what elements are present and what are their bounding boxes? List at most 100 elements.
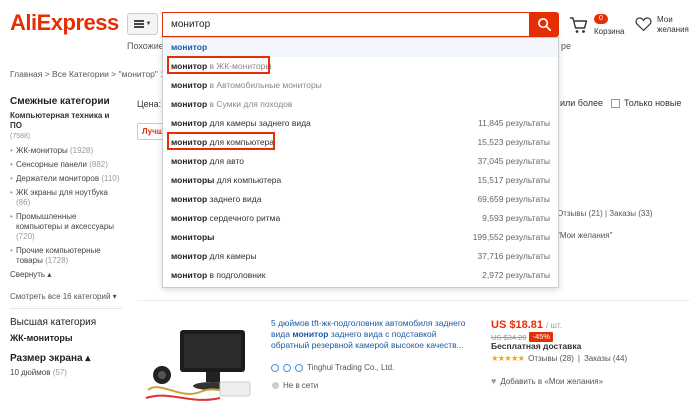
suggestion-keyword: монитор: [171, 137, 208, 147]
product-image[interactable]: [140, 320, 255, 405]
sidebar-item-count: (720): [16, 232, 35, 241]
wishlist-label: Мои желания: [657, 15, 699, 35]
breadcrumb-path[interactable]: Главная > Все Категории > "монитор": [10, 69, 158, 79]
free-shipping-label: Бесплатная доставка: [491, 341, 582, 351]
suggestion-text: для камеры заднего вида: [207, 118, 311, 128]
suggestion-keyword: мониторы: [171, 175, 215, 185]
suggestion-text: для компьютера: [207, 137, 275, 147]
product-rating: ★★★★★ Отзывы (28) | Заказы (44): [491, 353, 628, 363]
suggestion-item[interactable]: монитор заднего вида 69,659 результаты: [163, 190, 558, 209]
top-category-value[interactable]: ЖК-мониторы: [10, 333, 122, 343]
product-orders-link[interactable]: Заказы (44): [584, 354, 627, 363]
suggestion-item[interactable]: монитор в ЖК-мониторы: [163, 57, 558, 76]
sidebar-item[interactable]: Сенсорные панели (882): [10, 160, 122, 170]
suggestion-keyword: монитор: [171, 99, 208, 109]
wishlist-label-line1: Мои: [657, 15, 673, 24]
seller-status: Не в сети: [272, 381, 318, 390]
suggestion-item[interactable]: мониторы 199,552 результаты: [163, 228, 558, 247]
aliexpress-logo[interactable]: AliExpress: [10, 10, 119, 36]
listing-divider: [137, 300, 690, 301]
sidebar-item-count: (1728): [45, 256, 69, 265]
cart-count-badge: 0: [594, 14, 608, 24]
cart-link[interactable]: 0 Корзина: [569, 13, 629, 37]
sidebar-item[interactable]: Прочие компьютерные товары (1728): [10, 246, 122, 266]
search-input[interactable]: монитор: [162, 12, 529, 37]
new-only-checkbox[interactable]: [611, 98, 620, 108]
suggestion-result-count: 15,523 результаты: [477, 137, 550, 147]
screen-size-title[interactable]: Размер экрана ▴: [10, 353, 122, 364]
screen-size-option-label: 10 дюймов: [10, 368, 51, 377]
screen-size-option[interactable]: 10 дюймов (57): [10, 368, 122, 377]
seller-badge-icon: [271, 363, 279, 372]
suggestion-keyword: монитор: [171, 270, 208, 280]
cart-label: Корзина: [594, 27, 625, 36]
sidebar: Смежные категории Компьютерная техника и…: [10, 96, 122, 377]
sidebar-item-count: (86): [16, 198, 31, 207]
rating-filter-label[interactable]: или более: [560, 98, 603, 108]
suggestion-item[interactable]: монитор в подголовник 2,972 результаты: [163, 266, 558, 285]
seller-name-link[interactable]: Tinghui Trading Co., Ltd.: [307, 363, 394, 372]
sidebar-parent-category[interactable]: Компьютерная техника и ПО (7588): [10, 111, 122, 142]
search-button[interactable]: [529, 12, 559, 37]
heart-icon: ♥: [491, 376, 497, 386]
sidebar-category-list: ЖК-мониторы (1928) Сенсорные панели (882…: [10, 146, 122, 266]
see-all-categories-link[interactable]: Смотреть все 16 категорий ▾: [10, 291, 122, 302]
sidebar-item[interactable]: ЖК экраны для ноутбука (86): [10, 188, 122, 208]
cart-icon: [570, 17, 588, 33]
suggestion-result-count: 9,593 результаты: [482, 213, 550, 223]
suggestion-text: для компьютера: [214, 175, 282, 185]
heart-icon: [635, 17, 652, 32]
sidebar-parent-label: Компьютерная техника и ПО: [10, 111, 110, 130]
product-price-value: US $18.81: [491, 319, 543, 331]
suggestion-item[interactable]: монитор для камеры заднего вида 11,845 ре…: [163, 114, 558, 133]
rating-stars-icon: ★★★★★: [491, 353, 525, 363]
product-reviews-link[interactable]: Отзывы (28): [528, 354, 574, 363]
suggestion-text: заднего вида: [207, 194, 262, 204]
related-searches-hint-right: ре: [561, 41, 572, 51]
seller-info: Tinghui Trading Co., Ltd.: [271, 363, 394, 372]
suggestion-item[interactable]: монитор в Автомобильные мониторы: [163, 76, 558, 95]
new-only-filter[interactable]: Только новые: [611, 98, 681, 108]
add-to-wishlist-label: Добавить в «Мои желания»: [500, 376, 604, 386]
suggestion-query-echo[interactable]: монитор: [163, 38, 558, 57]
suggestion-item[interactable]: монитор сердечного ритма 9,593 результаты: [163, 209, 558, 228]
suggestion-item[interactable]: монитор в Сумки для походов: [163, 95, 558, 114]
screen-size-label: Размер экрана: [10, 353, 83, 364]
suggestion-category: ЖК-мониторы: [216, 61, 272, 71]
categories-menu-button[interactable]: ▼: [127, 13, 158, 35]
divider: [10, 308, 122, 309]
product-title-link[interactable]: 5 дюймов tft-жк-подголовник автомобиля з…: [271, 318, 476, 351]
suggestion-keyword: мониторы: [171, 232, 215, 242]
add-to-wishlist-link[interactable]: ♥ Добавить в «Мои желания»: [491, 376, 603, 386]
search-icon: [537, 18, 551, 32]
sidebar-item-count: (882): [89, 160, 108, 169]
suggestion-item[interactable]: монитор для компьютера 15,523 результаты: [163, 133, 558, 152]
product-price: US $18.81 / шт.: [491, 319, 562, 331]
suggestion-result-count: 37,045 результаты: [477, 156, 550, 166]
sidebar-item[interactable]: Держатели мониторов (110): [10, 174, 122, 184]
see-all-label: Смотреть все 16 категорий: [10, 292, 111, 301]
suggestion-text: для камеры: [207, 251, 257, 261]
breadcrumb: Главная > Все Категории > "монитор" 154: [10, 69, 174, 79]
menu-icon: [133, 20, 144, 28]
sidebar-item-label: ЖК-мониторы: [16, 146, 68, 155]
suggestion-item[interactable]: монитор для камеры 37,716 результаты: [163, 247, 558, 266]
collapse-link[interactable]: Свернуть ▴: [10, 270, 122, 279]
offline-status-icon: [272, 382, 279, 389]
suggestion-result-count: 69,659 результаты: [477, 194, 550, 204]
sidebar-item[interactable]: Промышленные компьютеры и аксессуары (72…: [10, 212, 122, 242]
suggestion-item[interactable]: монитор для авто 37,045 результаты: [163, 152, 558, 171]
listing-1-orders[interactable]: Заказы (33): [609, 209, 652, 218]
suggestion-result-count: 199,552 результаты: [472, 232, 550, 242]
suggestion-result-count: 37,716 результаты: [477, 251, 550, 261]
suggestion-text: сердечного ритма: [207, 213, 281, 223]
sidebar-item-label: Промышленные компьютеры и аксессуары: [16, 212, 115, 231]
sidebar-item[interactable]: ЖК-мониторы (1928): [10, 146, 122, 156]
listing-1-reviews[interactable]: Отзывы (21): [557, 209, 603, 218]
suggestion-keyword: монитор: [171, 80, 208, 90]
wishlist-link[interactable]: Мои желания: [635, 13, 699, 39]
search-suggestions-dropdown: монитор монитор в ЖК-мониторы монитор в …: [162, 37, 559, 288]
suggestion-result-count: 15,517 результаты: [477, 175, 550, 185]
suggestion-item[interactable]: мониторы для компьютера 15,517 результаты: [163, 171, 558, 190]
listing-1-wish[interactable]: "Мои желания": [557, 231, 612, 240]
